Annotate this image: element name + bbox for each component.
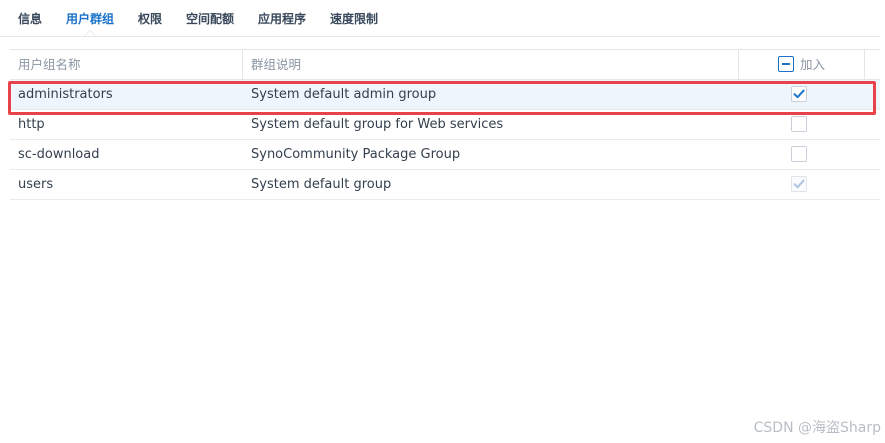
tab-permissions[interactable]: 权限 (138, 10, 162, 27)
table-header: 用户组名称 群组说明 加入 (10, 49, 880, 80)
checkmark-icon (793, 89, 805, 99)
column-divider (242, 50, 243, 79)
table-row[interactable]: http System default group for Web servic… (10, 110, 880, 140)
join-checkbox[interactable] (791, 146, 807, 162)
active-tab-indicator (84, 30, 96, 36)
column-header-description[interactable]: 群组说明 (251, 50, 301, 79)
join-checkbox[interactable] (791, 116, 807, 132)
tab-applications[interactable]: 应用程序 (258, 10, 306, 27)
tab-bar: 信息 用户群组 权限 空间配额 应用程序 速度限制 (0, 0, 880, 37)
group-description-cell: System default group for Web services (251, 117, 504, 132)
group-settings-panel: 信息 用户群组 权限 空间配额 应用程序 速度限制 用户组名称 群组说明 加入 … (0, 0, 885, 443)
group-description-cell: SynoCommunity Package Group (251, 147, 461, 162)
column-header-group-name[interactable]: 用户组名称 (18, 50, 81, 79)
group-name-cell: administrators (18, 87, 113, 102)
column-divider (864, 50, 865, 79)
select-all-checkbox[interactable] (778, 56, 794, 72)
column-divider (738, 50, 739, 79)
join-checkbox-disabled (791, 176, 807, 192)
tab-user-groups[interactable]: 用户群组 (66, 10, 114, 27)
group-table: 用户组名称 群组说明 加入 administrators System defa… (10, 49, 880, 200)
join-checkbox[interactable] (791, 86, 807, 102)
tab-speed-limit[interactable]: 速度限制 (330, 10, 378, 27)
tab-quota[interactable]: 空间配额 (186, 10, 234, 27)
group-description-cell: System default admin group (251, 87, 437, 102)
group-description-cell: System default group (251, 177, 392, 192)
tab-info[interactable]: 信息 (18, 10, 42, 27)
table-row[interactable]: administrators System default admin grou… (10, 80, 880, 110)
table-row[interactable]: users System default group (10, 170, 880, 200)
group-name-cell: http (18, 117, 45, 132)
group-name-cell: users (18, 177, 54, 192)
checkmark-icon (793, 179, 805, 189)
group-name-cell: sc-download (18, 147, 100, 162)
table-row[interactable]: sc-download SynoCommunity Package Group (10, 140, 880, 170)
column-header-join[interactable]: 加入 (800, 50, 825, 79)
minus-icon (782, 63, 790, 65)
watermark: CSDN @海盗Sharp (753, 420, 881, 436)
